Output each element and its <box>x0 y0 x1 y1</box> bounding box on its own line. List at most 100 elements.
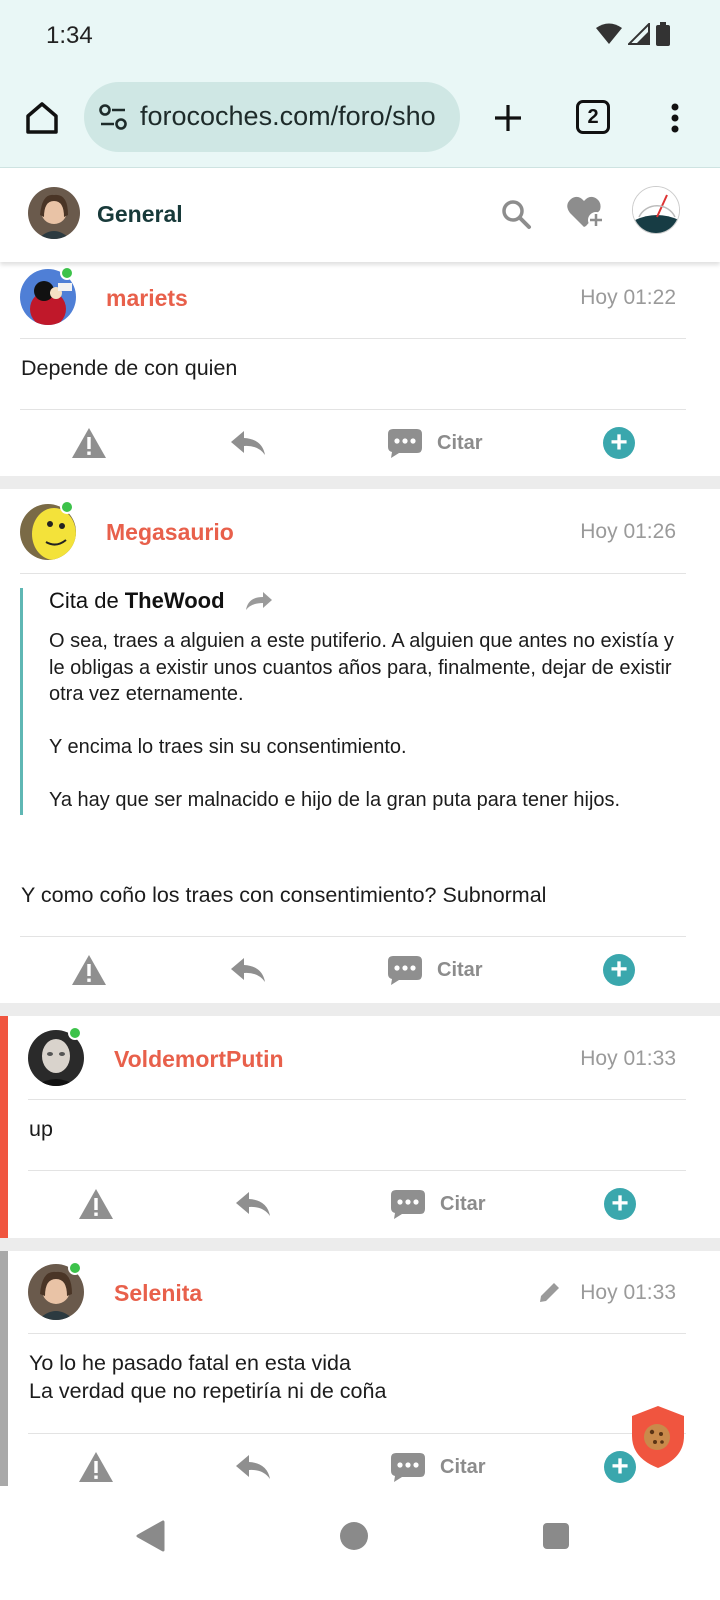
divider <box>20 409 686 410</box>
back-triangle-icon <box>136 1520 165 1552</box>
post-card: VoldemortPutin Hoy 01:33 up Citar + <box>0 1016 720 1238</box>
quote-prefix: Cita de <box>49 588 119 613</box>
forum-header: General <box>0 168 720 262</box>
system-nav-bar <box>0 1486 720 1600</box>
quote-author[interactable]: TheWood <box>125 588 225 614</box>
quote-button[interactable]: Citar <box>387 939 483 1001</box>
post-username[interactable]: Selenita <box>114 1280 202 1307</box>
chat-bubble-icon <box>391 1190 425 1219</box>
post-time: Hoy 01:33 <box>580 1281 676 1304</box>
divider <box>20 573 686 574</box>
quote-block: Cita de TheWood O sea, traes a alguien a… <box>20 588 689 815</box>
tab-switcher-button[interactable]: 2 <box>576 100 610 134</box>
online-indicator <box>60 266 74 280</box>
divider <box>28 1170 686 1171</box>
post-card: mariets Hoy 01:22 Depende de con quien C… <box>0 262 720 476</box>
post-time: Hoy 01:26 <box>580 520 676 543</box>
url-bar[interactable]: forocoches.com/foro/sho <box>84 82 460 152</box>
cookie-consent-button[interactable] <box>630 1404 686 1475</box>
nav-recents-button[interactable] <box>534 1514 578 1558</box>
post-username[interactable]: Megasaurio <box>106 519 234 546</box>
reply-icon <box>231 431 265 455</box>
heart-plus-icon <box>567 196 604 228</box>
post-actions: Citar + <box>0 1173 720 1235</box>
post-time: Hoy 01:33 <box>580 1047 676 1070</box>
edit-pencil-icon <box>540 1283 559 1302</box>
signal-icon <box>628 23 650 45</box>
post-username[interactable]: mariets <box>106 285 188 312</box>
quote-text: O sea, traes a alguien a este putiferio.… <box>49 630 674 811</box>
status-icons <box>596 22 670 46</box>
online-indicator <box>68 1026 82 1040</box>
divider <box>20 936 686 937</box>
reply-button[interactable] <box>230 412 266 474</box>
post-text: Y como coño los traes con consentimiento… <box>21 883 547 907</box>
quote-button[interactable]: Citar <box>387 412 483 474</box>
plus-circle-icon: + <box>604 1188 636 1220</box>
quote-button-label[interactable]: Citar <box>440 1193 486 1216</box>
chat-bubble-icon <box>388 429 422 458</box>
recents-square-icon <box>543 1523 569 1549</box>
status-bar: 1:34 <box>0 0 720 70</box>
report-button[interactable] <box>71 939 107 1001</box>
post-time: Hoy 01:22 <box>580 286 676 309</box>
url-text[interactable]: forocoches.com/foro/sho <box>140 101 436 132</box>
home-button[interactable] <box>20 96 64 140</box>
home-circle-icon <box>340 1522 368 1550</box>
status-time: 1:34 <box>46 22 93 49</box>
reply-icon <box>231 958 265 982</box>
more-options-button[interactable]: + <box>603 412 635 474</box>
new-tab-button[interactable] <box>486 96 530 140</box>
plus-icon <box>495 105 521 131</box>
warning-icon <box>72 955 106 985</box>
nav-back-button[interactable] <box>128 1514 172 1558</box>
quote-button[interactable]: Citar <box>390 1173 486 1235</box>
forward-arrow-icon[interactable] <box>245 591 273 611</box>
search-icon <box>502 200 531 229</box>
reply-icon <box>236 1455 270 1479</box>
more-vert-icon <box>671 103 679 133</box>
post-text-line: Yo lo he pasado fatal en esta vida <box>29 1351 351 1375</box>
speedometer-icon[interactable] <box>632 186 680 234</box>
post-text: Depende de con quien <box>21 356 238 380</box>
post-text-line: La verdad que no repetiría ni de coña <box>29 1379 387 1403</box>
online-indicator <box>68 1261 82 1275</box>
post-separator <box>0 1238 720 1251</box>
quote-header: Cita de TheWood <box>49 588 689 614</box>
quote-button-label[interactable]: Citar <box>437 432 483 455</box>
post-separator <box>0 1003 720 1016</box>
report-button[interactable] <box>78 1173 114 1235</box>
warning-icon <box>72 428 106 458</box>
chat-bubble-icon <box>391 1453 425 1482</box>
post-actions: Citar + <box>0 939 720 1001</box>
browser-chrome: 1:34 forocoches.com/foro/sho 2 <box>0 0 720 168</box>
browser-toolbar: forocoches.com/foro/sho 2 <box>0 82 720 154</box>
post-username[interactable]: VoldemortPutin <box>114 1046 284 1073</box>
site-settings-icon[interactable] <box>98 104 128 130</box>
plus-circle-icon: + <box>603 954 635 986</box>
warning-icon <box>79 1189 113 1219</box>
post-card: Selenita Hoy 01:33 Yo lo he pasado fatal… <box>0 1251 720 1486</box>
more-options-button[interactable]: + <box>603 939 635 1001</box>
nav-home-button[interactable] <box>332 1514 376 1558</box>
divider <box>20 338 686 339</box>
divider <box>28 1333 686 1334</box>
forum-section-title[interactable]: General <box>97 201 183 228</box>
overflow-menu-button[interactable] <box>660 96 690 140</box>
reply-button[interactable] <box>230 939 266 1001</box>
more-options-button[interactable]: + <box>604 1173 636 1235</box>
post-actions: Citar + <box>0 412 720 474</box>
online-indicator <box>60 500 74 514</box>
post-text: Yo lo he pasado fatal en esta vida La ve… <box>29 1349 386 1405</box>
favorites-button[interactable] <box>566 194 606 235</box>
home-icon <box>26 102 58 134</box>
cookie-shield-icon <box>632 1406 684 1468</box>
user-avatar[interactable] <box>28 187 80 239</box>
reply-button[interactable] <box>235 1173 271 1235</box>
quote-button-label[interactable]: Citar <box>440 1456 486 1479</box>
quote-button-label[interactable]: Citar <box>437 959 483 982</box>
search-button[interactable] <box>500 198 532 235</box>
post-card: Megasaurio Hoy 01:26 Cita de TheWood O s… <box>0 489 720 1003</box>
chat-bubble-icon <box>388 956 422 985</box>
report-button[interactable] <box>71 412 107 474</box>
